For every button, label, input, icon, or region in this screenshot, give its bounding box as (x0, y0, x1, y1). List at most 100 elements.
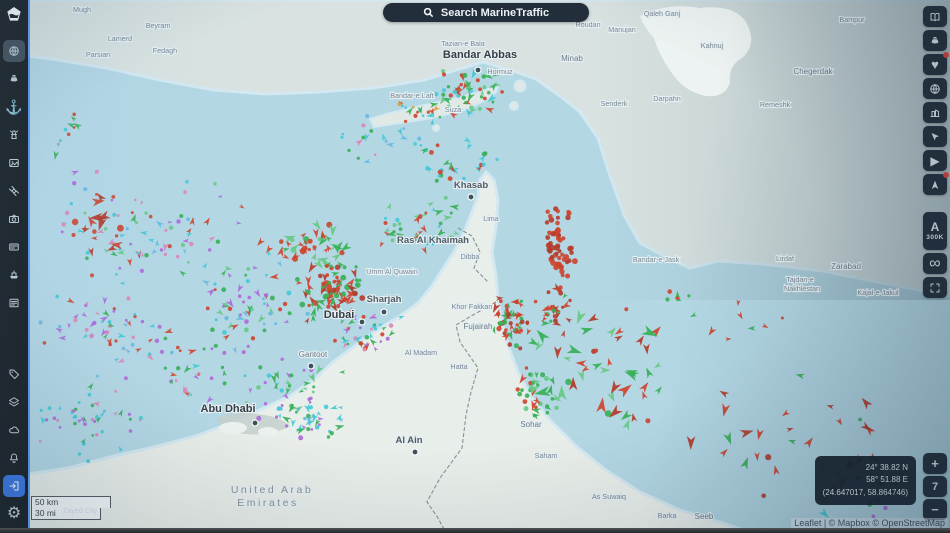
vessel-dot[interactable] (311, 390, 315, 394)
vessel-dot[interactable] (502, 320, 508, 325)
vessel-dot[interactable] (55, 294, 60, 299)
vessel-dot[interactable] (667, 289, 672, 294)
vessel-dot[interactable] (312, 245, 316, 249)
vessel-dot[interactable] (210, 327, 215, 333)
vessel-dot[interactable] (340, 291, 346, 297)
vessel-dot[interactable] (309, 396, 313, 400)
vessel-dot[interactable] (66, 132, 71, 137)
vessel-dot[interactable] (213, 343, 218, 348)
vessel-dot[interactable] (58, 139, 62, 143)
vessel-dot[interactable] (545, 209, 550, 214)
vessel-dot[interactable] (246, 267, 251, 271)
vessel-dot[interactable] (556, 287, 560, 291)
vessel-dot[interactable] (390, 238, 395, 243)
vessel-dot[interactable] (287, 384, 292, 388)
vessel-dot[interactable] (114, 390, 118, 393)
vessel-dot[interactable] (475, 78, 480, 83)
vessel-dot[interactable] (437, 174, 441, 178)
vessel-dot[interactable] (358, 326, 362, 330)
vessel-dot[interactable] (558, 290, 564, 296)
vessel-dot[interactable] (140, 319, 145, 324)
vessel-dot[interactable] (83, 422, 87, 426)
marinetraffic-logo-icon[interactable] (6, 6, 22, 27)
vessel-dot[interactable] (325, 273, 330, 277)
vessel-dot[interactable] (310, 428, 314, 431)
vessel-dot[interactable] (361, 123, 366, 128)
vessel-dot[interactable] (112, 310, 116, 313)
vessel-dot[interactable] (73, 318, 78, 323)
vessel-dot[interactable] (239, 313, 242, 317)
map-attribution[interactable]: Leaflet | © Mapbox © OpenStreetMap (791, 518, 948, 528)
vessel-dot[interactable] (134, 198, 137, 202)
vessel-dot[interactable] (401, 104, 404, 108)
vessel-dot[interactable] (183, 190, 187, 194)
vessel-dot[interactable] (176, 345, 180, 350)
vessel-dot[interactable] (342, 265, 347, 270)
vessel-dot[interactable] (645, 418, 651, 424)
voyage-playback-button[interactable]: ▶ (923, 150, 947, 171)
vessel-dot[interactable] (72, 181, 77, 186)
vessel-dot[interactable] (340, 274, 347, 281)
vessel-dot[interactable] (483, 96, 487, 101)
vessel-dot[interactable] (262, 322, 266, 326)
vessel-dot[interactable] (222, 381, 227, 386)
vessel-dot[interactable] (256, 385, 261, 390)
vessel-dot[interactable] (398, 227, 403, 232)
vessel-dot[interactable] (121, 346, 125, 350)
vessel-dot[interactable] (326, 284, 332, 291)
vessel-dot[interactable] (765, 454, 772, 461)
vessel-dot[interactable] (528, 372, 532, 377)
vessel-dot[interactable] (100, 430, 104, 434)
vessel-dot[interactable] (70, 411, 74, 415)
vessel-dot[interactable] (529, 384, 534, 390)
vessel-dot[interactable] (379, 340, 383, 343)
sidebar-item-navigational-aids[interactable] (3, 124, 25, 146)
vessel-dot[interactable] (262, 297, 265, 301)
sidebar-item-vessels[interactable] (3, 68, 25, 90)
vessel-filters-button[interactable] (923, 30, 947, 51)
vessel-dot[interactable] (110, 198, 114, 202)
vessel-dot[interactable] (548, 214, 553, 219)
vessel-dot[interactable] (687, 294, 691, 298)
navigation-button[interactable] (923, 172, 949, 195)
vessel-dot[interactable] (289, 373, 294, 378)
vessel-dot[interactable] (525, 320, 530, 325)
map-canvas[interactable]: Bandar Abbas Dubai Abu Dhabi Sharjah Khasab R… (28, 0, 950, 533)
custom-areas-button[interactable] (923, 126, 947, 147)
vessel-dot[interactable] (513, 328, 517, 332)
vessel-dot[interactable] (157, 324, 162, 329)
vessel-dot[interactable] (209, 376, 214, 381)
vessel-dot[interactable] (197, 371, 201, 375)
vessel-dot[interactable] (56, 419, 60, 422)
vessel-dot[interactable] (384, 139, 388, 143)
vessel-dot[interactable] (555, 236, 561, 241)
vessel-dot[interactable] (531, 381, 535, 385)
sidebar-item-data-services[interactable] (3, 292, 25, 314)
vessel-dot[interactable] (487, 90, 491, 95)
vessel-dot[interactable] (858, 417, 862, 422)
vessel-dot[interactable] (452, 89, 457, 95)
search-bar[interactable]: Search MarineTraffic (383, 3, 589, 22)
vessel-dot[interactable] (441, 72, 447, 77)
vessel-dot[interactable] (555, 215, 560, 220)
vessel-dot[interactable] (222, 330, 227, 335)
vessel-dot[interactable] (112, 212, 117, 217)
fullscreen-button[interactable] (923, 277, 947, 298)
vessel-dot[interactable] (244, 327, 249, 333)
vessel-dot[interactable] (397, 102, 402, 107)
vessel-dot[interactable] (568, 298, 572, 303)
vessel-dot[interactable] (85, 250, 90, 255)
vessel-dot[interactable] (127, 412, 131, 416)
vessel-dot[interactable] (247, 295, 252, 300)
vessel-dot[interactable] (321, 281, 327, 287)
vessel-dot[interactable] (565, 214, 571, 221)
vessel-dot[interactable] (508, 321, 513, 326)
vessel-dot[interactable] (159, 248, 164, 252)
zoom-in-button[interactable]: + (923, 453, 947, 474)
vessel-dot[interactable] (524, 366, 529, 370)
vessel-dot[interactable] (395, 217, 400, 223)
vessel-dot[interactable] (282, 301, 288, 307)
vessel-dot[interactable] (125, 227, 129, 231)
vessel-dot[interactable] (103, 227, 108, 231)
vessel-dot[interactable] (536, 383, 540, 387)
